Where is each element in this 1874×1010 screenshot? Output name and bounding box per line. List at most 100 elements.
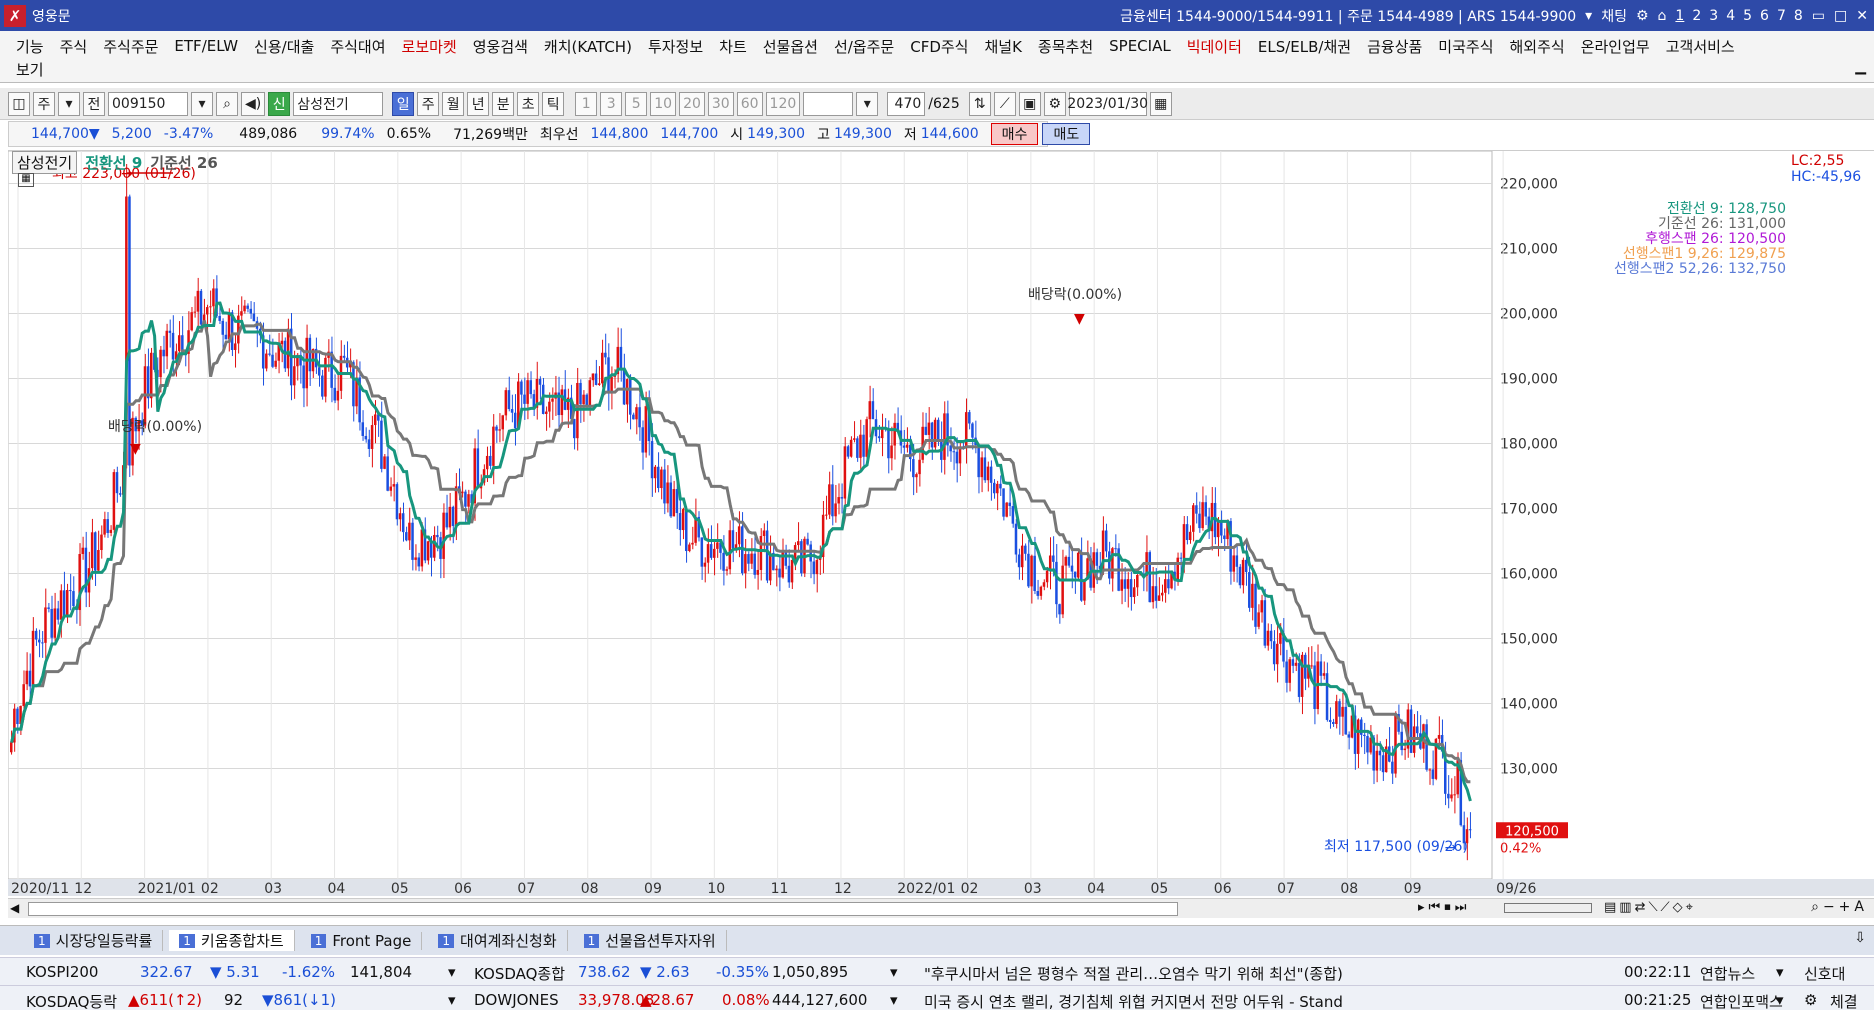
menu-item[interactable]: 주식주문 (103, 36, 158, 57)
playback-controls[interactable]: ▸⏮⏹⏭ (1418, 900, 1470, 915)
menu-item[interactable]: 로보마켓 (402, 36, 457, 57)
home-icon[interactable]: ⌂ (1658, 8, 1667, 24)
index3-name[interactable]: DOWJONES (474, 991, 559, 1009)
menu-item[interactable]: 채널K (984, 36, 1021, 57)
window-tab[interactable]: 1 시장당일등락률 (24, 930, 164, 951)
search-icon[interactable]: ⌕ (216, 91, 238, 116)
menu-item-view[interactable]: 보기 (0, 57, 1874, 80)
menu-item[interactable]: 선/옵주문 (834, 36, 894, 57)
screen-2[interactable]: 2 (1692, 8, 1701, 24)
interval-button[interactable]: 30 (707, 91, 734, 116)
sound-icon[interactable]: ◀) (241, 91, 266, 116)
minimize-icon[interactable]: ▭ (1812, 8, 1825, 24)
maximize-icon[interactable]: □ (1834, 8, 1847, 24)
menu-item[interactable]: 캐치(KATCH) (544, 36, 632, 57)
period-tab[interactable]: 틱 (542, 91, 565, 116)
menu-item[interactable]: 투자정보 (648, 36, 703, 57)
screen-7[interactable]: 7 (1777, 8, 1786, 24)
interval-button[interactable]: 120 (765, 91, 801, 116)
period-tab[interactable]: 분 (492, 91, 515, 116)
menu-item[interactable]: CFD주식 (910, 36, 968, 57)
execution-button[interactable]: 체결 (1830, 991, 1858, 1010)
stock-name-field[interactable]: 삼성전기 (293, 91, 384, 116)
period-tab[interactable]: 월 (442, 91, 465, 116)
data-count-input[interactable]: 470 (887, 91, 926, 116)
menu-item[interactable]: 온라인업무 (1581, 36, 1650, 57)
tabs-overflow-icon[interactable]: ⇩ (1854, 930, 1866, 946)
chevron-down-icon[interactable]: ▾ (58, 91, 80, 116)
screen-8[interactable]: 8 (1794, 8, 1803, 24)
mode-select-all[interactable]: 전 (83, 91, 105, 116)
candlestick-chart[interactable]: 220,000 210,000 200,000 190,000 180,000 170,0… (8, 151, 1874, 896)
period-tab[interactable]: 초 (517, 91, 540, 116)
window-tab[interactable]: 1 Front Page (301, 931, 423, 950)
screen-3[interactable]: 3 (1709, 8, 1718, 24)
calendar-icon[interactable]: ▦ (1149, 91, 1172, 116)
menu-item[interactable]: 선물옵션 (763, 36, 818, 57)
menu-item[interactable]: 주식대여 (330, 36, 385, 57)
period-tab[interactable]: 주 (417, 91, 440, 116)
news-headline[interactable]: "후쿠시마서 넘은 평형수 적절 관리…오염수 막기 위해 최선"(종합) (924, 963, 1594, 984)
compare-icon[interactable]: ⇅ (968, 91, 991, 116)
menu-item[interactable]: 미국주식 (1438, 36, 1493, 57)
code-dropdown-icon[interactable]: ▾ (191, 91, 213, 116)
menu-item[interactable]: 차트 (719, 36, 747, 57)
drawing-tools-icons[interactable]: ▤▥⇄⟍⟋◇⌖ (1604, 900, 1696, 915)
index-dropdown-icon[interactable]: ▾ (448, 963, 456, 981)
index2-dropdown-icon[interactable]: ▾ (890, 963, 898, 981)
menu-item[interactable]: 기능 (16, 36, 44, 57)
interval-button[interactable]: 60 (736, 91, 763, 116)
settings-icon[interactable]: ⚙ (1636, 8, 1649, 24)
close-icon[interactable]: ✕ (1856, 8, 1868, 24)
chart-area[interactable]: 220,000 210,000 200,000 190,000 180,000 170,0… (8, 150, 1874, 896)
menu-item[interactable]: 영웅검색 (473, 36, 528, 57)
menu-item[interactable]: 해외주식 (1510, 36, 1565, 57)
gear-icon[interactable]: ⚙ (1804, 991, 1817, 1009)
news-headline-2[interactable]: 미국 증시 연초 랠리, 경기침체 위협 커지면서 전망 어두워 - Stand (924, 991, 1594, 1010)
index2-name[interactable]: KOSDAQ종합 (474, 963, 565, 984)
trend-tool-icon[interactable]: ⟋ (993, 91, 1016, 116)
sell-button[interactable]: 매도 (1042, 123, 1091, 145)
signal-button[interactable]: 신호대 (1804, 963, 1845, 984)
interval-button[interactable]: 20 (679, 91, 705, 116)
save-icon[interactable]: ▣ (1018, 91, 1041, 116)
legend-base-line[interactable]: 기준선 26 (150, 152, 218, 173)
stock-code-input[interactable]: 009150 (108, 91, 188, 116)
adl-dropdown-icon[interactable]: ▾ (448, 991, 456, 1009)
menu-item[interactable]: ELS/ELB/채권 (1258, 36, 1351, 57)
period-tab[interactable]: 일 (392, 91, 415, 116)
window-tab[interactable]: 1 키움종합차트 (169, 930, 295, 951)
index-name[interactable]: KOSPI200 (26, 963, 98, 981)
table-view-icon[interactable]: ▦ (18, 173, 34, 187)
advance-decline-label[interactable]: KOSDAQ등락 (26, 991, 117, 1010)
interval-button[interactable]: 1 (575, 91, 598, 116)
screen-6[interactable]: 6 (1760, 8, 1769, 24)
screen-1[interactable]: 1 (1675, 8, 1684, 24)
screen-5[interactable]: 5 (1743, 8, 1752, 24)
menu-item[interactable]: 고객서비스 (1666, 36, 1735, 57)
zoom-icons[interactable]: ⌕−+A (1811, 899, 1868, 915)
menu-item[interactable]: 금융상품 (1367, 36, 1422, 57)
chat-button[interactable]: 채팅 (1601, 6, 1627, 26)
interval-dropdown-icon[interactable]: ▾ (856, 91, 879, 116)
buy-button[interactable]: 매수 (990, 123, 1039, 145)
window-tab[interactable]: 1 대여계좌신청화 (428, 930, 568, 951)
menu-item[interactable]: 빅데이터 (1187, 36, 1242, 57)
menu-item[interactable]: 신용/대출 (254, 36, 314, 57)
menu-item[interactable]: 주식 (60, 36, 88, 57)
mode-select-stock[interactable]: 주 (33, 91, 55, 116)
interval-button[interactable]: 3 (600, 91, 623, 116)
menu-item[interactable]: 종목추천 (1038, 36, 1093, 57)
layout-icon[interactable]: ◫ (8, 91, 30, 116)
chart-scrollbar-thumb[interactable] (28, 902, 1178, 916)
scroll-left-icon[interactable]: ◀ (10, 901, 19, 915)
news-dropdown-icon-2[interactable]: ▾ (1776, 991, 1784, 1009)
panel-minimize-icon[interactable]: ▁ (1855, 59, 1866, 75)
screen-4[interactable]: 4 (1726, 8, 1735, 24)
gear-icon[interactable]: ⚙ (1043, 91, 1066, 116)
interval-button[interactable]: 10 (650, 91, 677, 116)
date-input[interactable]: 2023/01/30 (1067, 91, 1148, 116)
news-dropdown-icon[interactable]: ▾ (1776, 963, 1784, 981)
legend-conversion-line[interactable]: 전환선 9 (85, 152, 142, 173)
legend-stock-name[interactable]: 삼성전기 (12, 151, 78, 174)
